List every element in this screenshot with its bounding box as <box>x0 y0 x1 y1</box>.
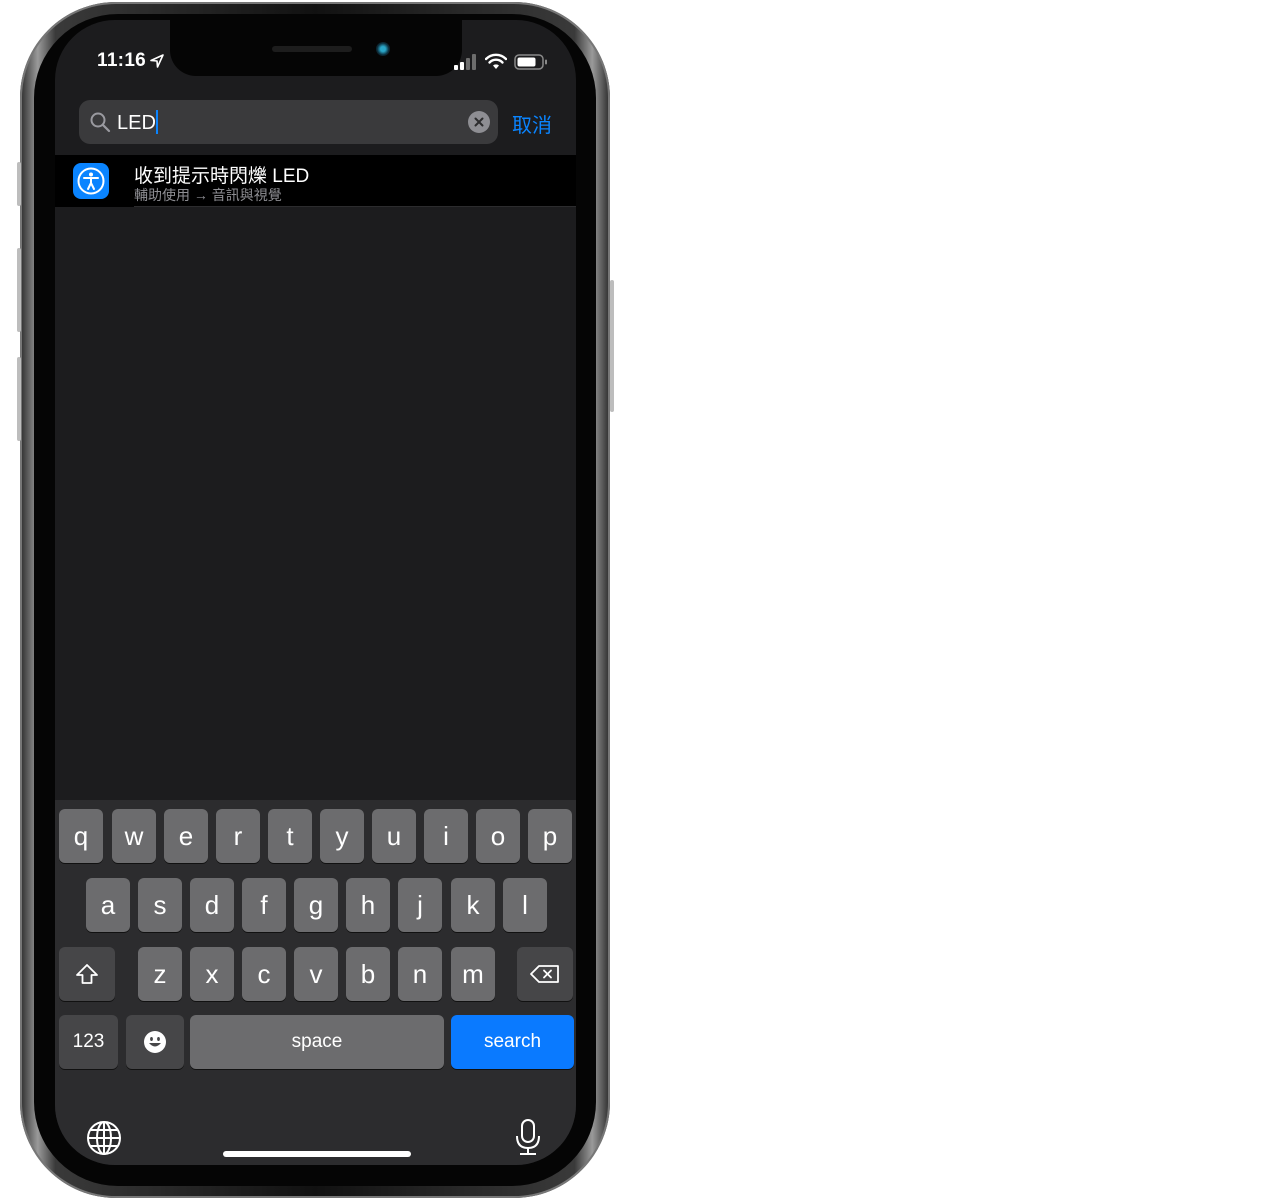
key-j[interactable]: j <box>398 878 442 932</box>
volume-up-button <box>17 248 21 332</box>
key-l[interactable]: l <box>503 878 547 932</box>
delete-icon <box>530 965 559 983</box>
shift-icon <box>76 964 98 984</box>
key-k[interactable]: k <box>451 878 495 932</box>
search-key[interactable]: search <box>451 1015 574 1069</box>
result-title: 收到提示時閃爍 LED <box>134 166 310 187</box>
volume-down-button <box>17 357 21 441</box>
shift-key[interactable] <box>59 947 115 1001</box>
key-v[interactable]: v <box>294 947 338 1001</box>
accessibility-icon <box>73 163 109 199</box>
globe-icon[interactable] <box>86 1120 122 1156</box>
camera <box>376 42 390 56</box>
keyboard: q w e r t y u i o p a s d f g h j k l z … <box>55 800 576 1165</box>
clear-search-button[interactable] <box>468 111 490 133</box>
key-o[interactable]: o <box>476 809 520 863</box>
clear-x-icon <box>474 117 484 127</box>
speaker <box>272 46 352 52</box>
result-divider <box>134 206 576 207</box>
key-w[interactable]: w <box>112 809 156 863</box>
key-t[interactable]: t <box>268 809 312 863</box>
key-x[interactable]: x <box>190 947 234 1001</box>
key-d[interactable]: d <box>190 878 234 932</box>
cancel-button[interactable]: 取消 <box>512 109 552 138</box>
cellular-signal-icon <box>454 54 476 70</box>
key-c[interactable]: c <box>242 947 286 1001</box>
key-y[interactable]: y <box>320 809 364 863</box>
emoji-key[interactable] <box>126 1015 184 1069</box>
notch <box>170 20 462 76</box>
status-time: 11:16 <box>97 50 147 71</box>
home-indicator[interactable] <box>223 1151 411 1157</box>
wifi-icon <box>485 53 507 69</box>
key-f[interactable]: f <box>242 878 286 932</box>
key-r[interactable]: r <box>216 809 260 863</box>
key-e[interactable]: e <box>164 809 208 863</box>
text-caret <box>155 110 158 134</box>
battery-icon <box>514 54 547 70</box>
delete-key[interactable] <box>517 947 573 1001</box>
magnifier-icon <box>90 112 111 133</box>
key-a[interactable]: a <box>86 878 130 932</box>
numbers-key[interactable]: 123 <box>59 1015 118 1069</box>
emoji-icon <box>144 1031 166 1053</box>
key-i[interactable]: i <box>424 809 468 863</box>
key-m[interactable]: m <box>451 947 495 1001</box>
key-p[interactable]: p <box>528 809 572 863</box>
search-field[interactable]: LED <box>79 100 498 144</box>
key-s[interactable]: s <box>138 878 182 932</box>
microphone-icon[interactable] <box>514 1118 542 1156</box>
result-path: 輔助使用 → 音訊與視覺 <box>134 187 282 203</box>
key-h[interactable]: h <box>346 878 390 932</box>
key-g[interactable]: g <box>294 878 338 932</box>
key-u[interactable]: u <box>372 809 416 863</box>
space-key[interactable]: space <box>190 1015 444 1069</box>
key-n[interactable]: n <box>398 947 442 1001</box>
screen: 11:16 LED 取消 收到提示時閃爍 LED 輔助使用 → 音訊與視覺 q … <box>55 20 576 1165</box>
key-z[interactable]: z <box>138 947 182 1001</box>
search-input-value: LED <box>117 112 156 134</box>
mute-switch <box>17 162 21 206</box>
key-b[interactable]: b <box>346 947 390 1001</box>
key-q[interactable]: q <box>59 809 103 863</box>
location-arrow-icon <box>150 54 164 68</box>
side-button <box>610 280 614 412</box>
search-input[interactable]: LED <box>117 110 158 135</box>
search-result-item[interactable]: 收到提示時閃爍 LED 輔助使用 → 音訊與視覺 <box>55 155 576 207</box>
